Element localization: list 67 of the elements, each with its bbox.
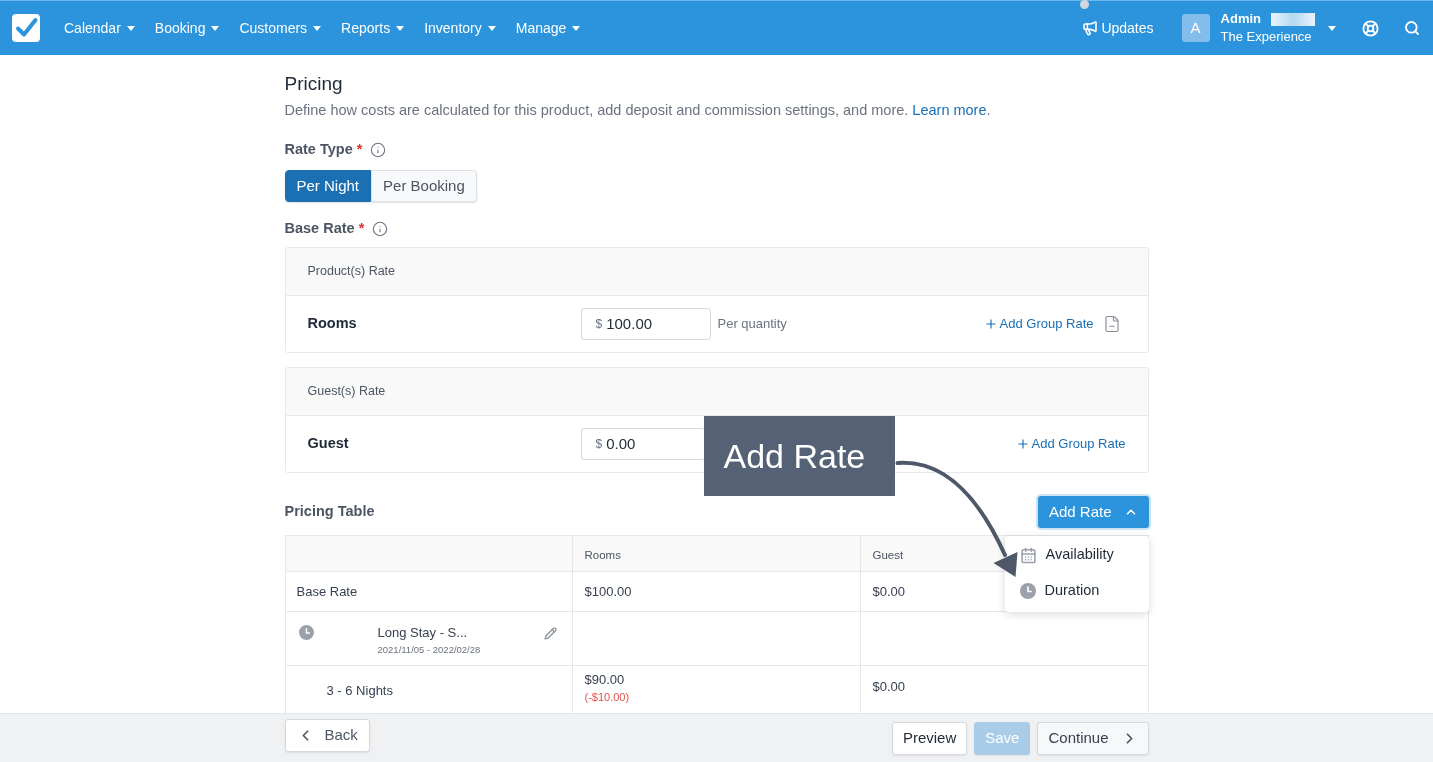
caret-icon [1328, 25, 1336, 31]
rate-name: Rooms [307, 314, 358, 334]
user-name: Admin [1220, 10, 1261, 29]
nav-menu-item[interactable]: Calendar [64, 17, 135, 39]
unit-label: Per quantity [717, 315, 787, 334]
dropdown-menu-item[interactable]: Duration [1004, 573, 1149, 609]
updates-button[interactable]: Updates [1082, 17, 1154, 39]
caret-icon [211, 25, 220, 31]
required-asterisk: * [356, 140, 363, 160]
section-title: Pricing Table [284, 502, 375, 522]
calendar-icon [1019, 546, 1037, 564]
redaction-block [1271, 12, 1315, 26]
field-label: Base Rate [284, 219, 355, 239]
card-heading: Guest(s) Rate [307, 383, 386, 401]
search-icon[interactable] [1404, 20, 1420, 36]
help-lifebuoy-icon[interactable] [1362, 19, 1379, 37]
info-icon[interactable] [370, 142, 387, 158]
annotation-tooltip: Add Rate [703, 416, 895, 496]
clock-icon [1019, 583, 1036, 599]
footer-button[interactable]: Continue [1037, 721, 1149, 755]
caret-icon [572, 25, 581, 31]
add-group-rate-link[interactable]: Add Group Rate [1015, 434, 1126, 454]
table-cell-text: $0.00 [872, 678, 907, 695]
required-asterisk: * [358, 219, 365, 239]
pencil-icon[interactable] [543, 627, 557, 640]
table-cell: $100.00 [572, 571, 860, 612]
page-title: Pricing [284, 72, 344, 96]
rate-period-dates: 2021/11/05 - 2022/02/28 [377, 644, 482, 656]
dropdown-menu-item[interactable]: Availability [1004, 537, 1149, 573]
caret-icon [487, 25, 496, 31]
footer-button[interactable]: Preview [891, 721, 968, 755]
rate-period-name: Long Stay - S... [377, 625, 469, 641]
nav-menu-item[interactable]: Booking [154, 17, 220, 39]
caret-icon [126, 25, 135, 31]
price-difference: (-$10.00) [584, 690, 631, 704]
rate-name: Guest [307, 434, 350, 454]
plus-icon [1015, 437, 1030, 451]
nav-menu-item[interactable]: Inventory [424, 17, 496, 39]
organization-name: The Experience [1220, 28, 1313, 46]
checkmark-logo-icon[interactable] [12, 14, 40, 42]
add-rate-button[interactable]: Add Rate [1037, 496, 1149, 528]
rate-type-option[interactable]: Per Booking [371, 170, 477, 202]
table-cell-text: $90.00 [584, 671, 626, 688]
caret-icon [313, 25, 322, 31]
document-minus-icon[interactable] [1102, 315, 1121, 333]
back-button[interactable]: Back [284, 718, 370, 752]
add-group-rate-link[interactable]: Add Group Rate [983, 314, 1094, 334]
account-dropdown[interactable] [1328, 25, 1336, 31]
info-icon[interactable] [372, 221, 389, 237]
price-field[interactable]: $ 100.00 [580, 308, 711, 340]
learn-more-link[interactable]: Learn more [912, 102, 987, 118]
page-description: Define how costs are calculated for this product, add deposit and commission settings, and more. Learn more. [284, 101, 992, 120]
nav-menu-item[interactable]: Reports [341, 17, 405, 39]
column-header: Rooms [584, 548, 621, 561]
plus-icon [983, 317, 998, 331]
nav-menu-item[interactable]: Customers [239, 17, 322, 39]
caret-icon [396, 25, 405, 31]
card-heading: Product(s) Rate [307, 263, 396, 281]
megaphone-icon [1082, 20, 1099, 36]
clock-icon [298, 625, 314, 640]
column-header: Guest [872, 548, 904, 561]
table-cell: 3 - 6 Nights [326, 682, 393, 698]
table-cell: Base Rate [285, 571, 572, 612]
price-field[interactable]: $ 0.00 [580, 428, 705, 460]
field-label: Rate Type [284, 140, 353, 160]
rate-type-option[interactable]: Per Night [284, 170, 372, 202]
nav-menu-item[interactable]: Manage [515, 17, 581, 39]
